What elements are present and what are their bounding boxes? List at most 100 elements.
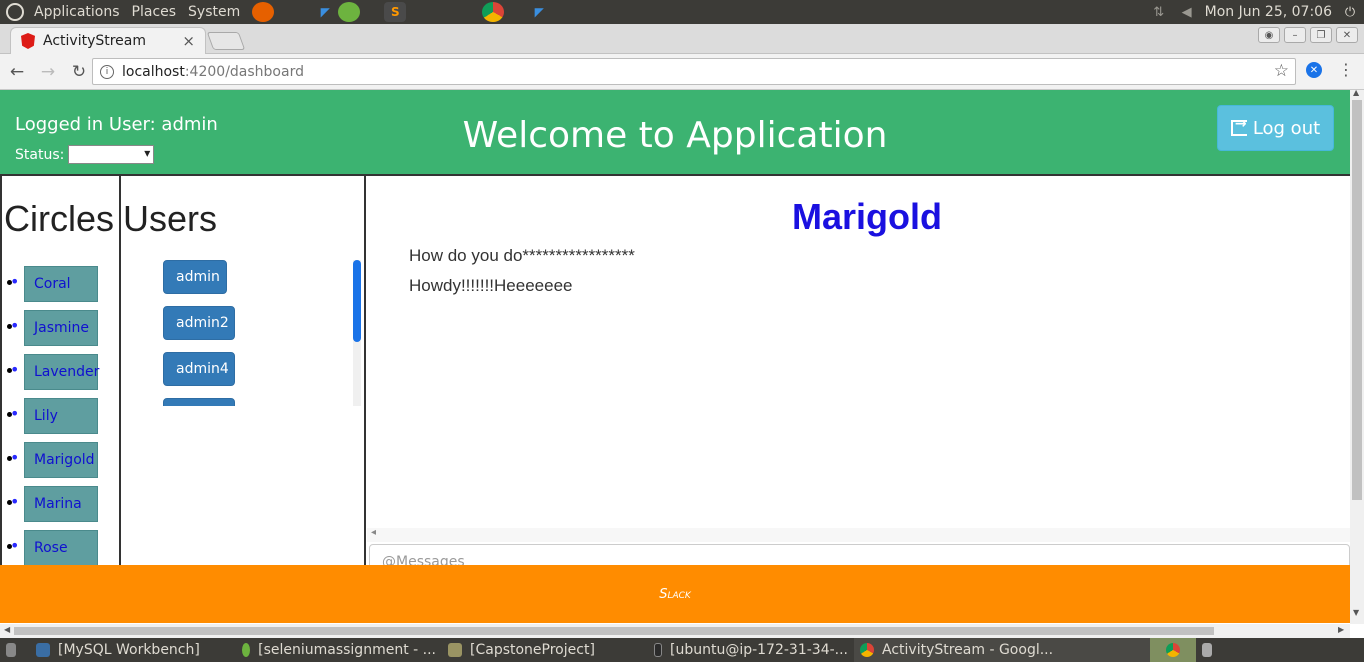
tab-activitystream[interactable]: ActivityStream × (10, 27, 206, 54)
volume-icon[interactable]: ◀ (1177, 2, 1197, 22)
url-host: localhost (122, 63, 185, 80)
forward-icon[interactable]: → (34, 58, 62, 86)
folder-icon (448, 643, 462, 657)
window-controls: ◉ – ❐ ✕ (1258, 27, 1358, 43)
network-icon[interactable]: ⇅ (1149, 2, 1169, 22)
task-capstoneproject[interactable]: [CapstoneProject] (442, 638, 648, 662)
page-title: Welcome to Application (462, 115, 888, 156)
close-tab-icon[interactable]: × (182, 32, 195, 50)
scroll-left-icon[interactable]: ◀ (4, 625, 10, 634)
show-desktop-icon[interactable] (0, 638, 30, 662)
trash-icon[interactable] (1196, 638, 1226, 662)
maximize-icon[interactable]: ❐ (1310, 27, 1332, 43)
scroll-up-icon[interactable]: ▲ (1353, 88, 1359, 97)
circle-button[interactable]: Lily (24, 398, 98, 434)
chrome-launcher-icon[interactable] (482, 2, 505, 22)
reload-icon[interactable]: ↻ (65, 58, 93, 86)
list-item: Lavender (10, 354, 99, 398)
list-item: Marigold (10, 442, 98, 486)
circle-button[interactable]: Coral (24, 266, 98, 302)
vscode-launcher-icon[interactable]: ◤ (314, 2, 336, 22)
angular-icon (21, 33, 35, 49)
url-path: :4200/dashboard (184, 63, 304, 80)
list-item: Lily (10, 398, 98, 442)
spring-launcher-icon[interactable] (338, 2, 361, 22)
page-viewport: Logged in User: admin Status: Welcome to… (0, 90, 1350, 624)
circle-button[interactable]: Marina (24, 486, 98, 522)
task-label: [CapstoneProject] (470, 642, 595, 658)
circle-button[interactable]: Jasmine (24, 310, 98, 346)
os-top-panel: Applications Places System ◤ S ◤ ⇅ ◀ Mon… (0, 0, 1364, 24)
scroll-right-icon[interactable]: ▶ (1338, 625, 1344, 634)
chat-message: Howdy!!!!!!!Heeeeeee (409, 276, 573, 295)
user-list: admin admin2 admin4 (163, 260, 363, 406)
list-item: Jasmine (10, 310, 98, 354)
ubuntu-logo-icon[interactable] (6, 3, 24, 21)
info-icon[interactable]: i (100, 64, 114, 79)
circle-button[interactable]: Marigold (24, 442, 98, 478)
user-button[interactable]: admin (163, 260, 227, 294)
footer-text: Slack (659, 586, 691, 602)
bookmark-star-icon[interactable]: ☆ (1274, 61, 1289, 81)
vscode-launcher-2-icon[interactable]: ◤ (528, 2, 550, 22)
user-button[interactable] (163, 398, 235, 406)
app-header: Logged in User: admin Status: Welcome to… (0, 90, 1350, 174)
footer: Slack (0, 565, 1350, 623)
menu-places[interactable]: Places (132, 4, 177, 20)
mysql-icon (36, 643, 50, 657)
profile-icon[interactable]: ◉ (1258, 27, 1280, 43)
scrollbar-thumb[interactable] (353, 260, 361, 342)
chat-area: Marigold How do you do***************** … (367, 176, 1350, 624)
chat-message: How do you do***************** (409, 246, 635, 265)
page-vertical-scrollbar[interactable]: ▲ ▼ (1350, 88, 1364, 624)
circle-button[interactable]: Rose (24, 530, 98, 566)
logout-icon (1230, 116, 1247, 136)
user-button[interactable]: admin2 (163, 306, 235, 340)
task-label: ActivityStream - Googl... (882, 642, 1054, 658)
firefox-launcher-icon[interactable] (252, 2, 275, 22)
logout-button[interactable]: Log out (1217, 105, 1334, 151)
task-label: [MySQL Workbench] (58, 642, 200, 658)
power-icon[interactable]: ⏻ (1340, 2, 1360, 22)
browser-menu-icon[interactable]: ⋮ (1338, 60, 1354, 79)
user-list-scrollbar[interactable] (353, 260, 361, 406)
task-terminal[interactable]: [ubuntu@ip-172-31-34-... (648, 638, 854, 662)
chat-scrollbar[interactable]: ◂ (367, 527, 1350, 542)
logout-label: Log out (1252, 117, 1321, 139)
list-item: Marina (10, 486, 98, 530)
task-mysql-workbench[interactable]: [MySQL Workbench] (30, 638, 236, 662)
menu-system[interactable]: System (188, 4, 240, 20)
close-window-icon[interactable]: ✕ (1336, 27, 1358, 43)
new-tab-button[interactable] (206, 32, 246, 50)
sublime-launcher-icon[interactable]: S (384, 2, 407, 22)
browser-tab-strip: ActivityStream × ◉ – ❐ ✕ (0, 24, 1364, 54)
task-label: [ubuntu@ip-172-31-34-... (669, 642, 848, 658)
extension-icon[interactable]: ✕ (1306, 62, 1322, 78)
back-icon[interactable]: ← (3, 58, 31, 86)
scrollbar-thumb[interactable] (1352, 100, 1362, 500)
task-seleniumassignment[interactable]: [seleniumassignment - ... (236, 638, 442, 662)
scrollbar-thumb[interactable] (14, 627, 1214, 635)
tab-title: ActivityStream (43, 33, 147, 49)
minimize-icon[interactable]: – (1284, 27, 1306, 43)
os-taskbar: [MySQL Workbench] [seleniumassignment - … (0, 638, 1364, 662)
circle-button[interactable]: Lavender (24, 354, 99, 390)
scroll-left-icon[interactable]: ◂ (371, 527, 376, 538)
terminal-icon (654, 643, 662, 657)
task-label: [seleniumassignment - ... (258, 642, 436, 658)
address-bar[interactable]: i localhost :4200/dashboard ☆ (92, 58, 1296, 85)
chrome-icon (860, 643, 874, 657)
page-horizontal-scrollbar[interactable]: ◀ ▶ (0, 624, 1350, 638)
browser-toolbar: ← → ↻ i localhost :4200/dashboard ☆ ✕ ⋮ (0, 54, 1364, 90)
user-button[interactable]: admin4 (163, 352, 235, 386)
chrome-icon (1166, 643, 1180, 657)
list-item: Coral (10, 266, 98, 310)
clock[interactable]: Mon Jun 25, 07:06 (1205, 4, 1332, 20)
task-chrome[interactable]: ActivityStream - Googl... (854, 638, 1150, 662)
menu-applications[interactable]: Applications (34, 4, 120, 20)
scroll-down-icon[interactable]: ▼ (1353, 608, 1359, 617)
workspace-switcher[interactable] (1150, 638, 1196, 662)
circle-list: Coral Jasmine Lavender Lily Marigold Mar… (10, 266, 99, 574)
chat-title: Marigold (792, 196, 942, 237)
spring-icon (242, 643, 251, 657)
